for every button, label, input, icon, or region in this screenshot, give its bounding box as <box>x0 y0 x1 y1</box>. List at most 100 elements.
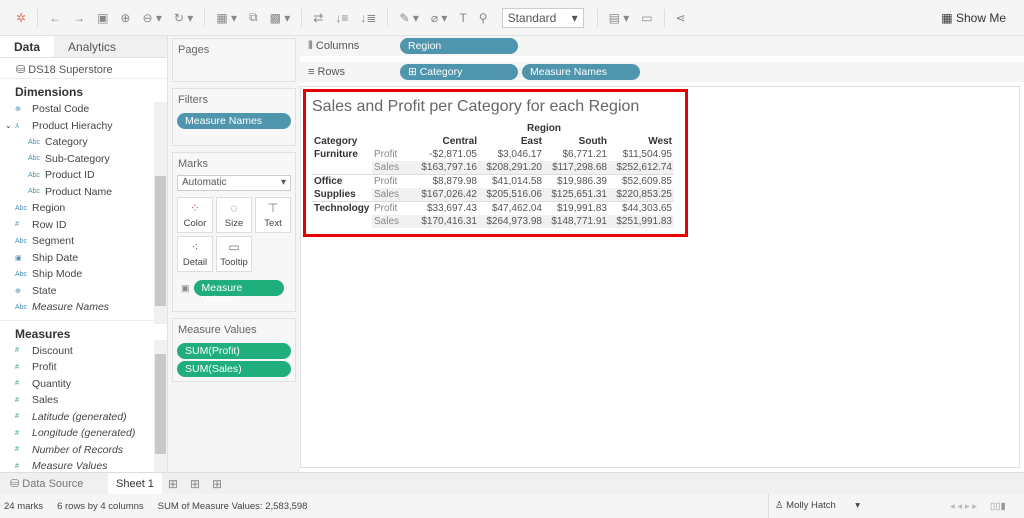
measure-field[interactable]: # Number of Records <box>0 442 167 459</box>
dimension-field[interactable]: ⌄ ⅄ Product Hierachy <box>0 118 167 135</box>
measure-name-cell: Sales <box>372 161 414 175</box>
measure-name-cell: Sales <box>372 188 414 202</box>
marks-pill[interactable]: Measure Values <box>193 280 284 306</box>
region-pill[interactable]: Region <box>400 38 518 54</box>
measures-title: Measures <box>0 319 167 343</box>
dimension-field[interactable]: Abc Ship Mode <box>0 266 167 283</box>
dimension-field[interactable]: Abc Measure Names <box>0 299 167 316</box>
size-icon: ◌ <box>230 201 238 215</box>
share-icon[interactable]: ⋖ <box>676 11 686 25</box>
value-cell: $208,291.20 <box>479 161 544 175</box>
sum-sales-pill[interactable]: SUM(Sales) <box>177 361 291 377</box>
dimension-field[interactable]: ⊕ Postal Code <box>0 101 167 118</box>
sheet-nav-icon[interactable]: ◂ ◂ ▸ ▸ <box>950 501 977 512</box>
dimension-field[interactable]: Abc Sub-Category <box>0 151 167 168</box>
dimension-field[interactable]: Abc Segment <box>0 233 167 250</box>
new-worksheet-icon[interactable]: ⊞ <box>168 477 178 491</box>
measure-field[interactable]: # Longitude (generated) <box>0 425 167 442</box>
tab-analytics[interactable]: Analytics <box>54 36 167 57</box>
presentation-icon[interactable]: ▭ <box>641 11 652 25</box>
measure-field[interactable]: # Quantity <box>0 376 167 393</box>
sort-asc-icon[interactable]: ↓≡ <box>335 11 348 25</box>
user-menu[interactable]: ♙ Molly Hatch ▾ <box>768 494 866 518</box>
dimensions-scrollbar[interactable] <box>154 102 167 324</box>
detail-icon: ⁖ <box>191 240 199 254</box>
globe-icon: ⊕ <box>15 287 21 295</box>
view-mode-icon[interactable]: ▯▯▮ <box>990 501 1006 512</box>
measures-scrollbar[interactable] <box>154 340 167 472</box>
dimension-field[interactable]: Abc Product ID <box>0 167 167 184</box>
dimension-field[interactable]: Abc Product Name <box>0 184 167 201</box>
value-cell: $52,609.85 <box>621 176 672 187</box>
measure-name-cell: Profit <box>374 203 398 214</box>
mark-type-dropdown[interactable]: Automatic ▾ <box>177 175 291 191</box>
new-datasource-icon[interactable]: ⊕ <box>120 11 130 25</box>
new-dashboard-icon[interactable]: ⊞ <box>190 477 200 491</box>
show-me-icon: ▦ <box>941 11 956 25</box>
dimension-field[interactable]: Abc Category <box>0 134 167 151</box>
rows-shelf[interactable]: ≡ Rows ⊞ Category Measure Names <box>300 62 1024 82</box>
columns-shelf[interactable]: ⦀ Columns Region <box>300 36 1024 56</box>
detail-button[interactable]: ⁖ Detail <box>177 236 213 272</box>
category-cell: Supplies <box>314 189 356 200</box>
plus-icon: ⊞ <box>408 66 420 78</box>
tooltip-button[interactable]: ▭ Tooltip <box>216 236 252 272</box>
color-button[interactable]: ⁘ Color <box>177 197 213 233</box>
measure-field[interactable]: # Discount <box>0 343 167 360</box>
crosstab: Region Category Central East South West Fur… <box>312 122 674 228</box>
datasource[interactable]: ⛁ DS18 Superstore <box>0 58 167 78</box>
new-worksheet-icon[interactable]: ▦ ▾ <box>216 11 237 25</box>
data-source-tab[interactable]: ⛁ Data Source <box>0 477 108 490</box>
text-button[interactable]: ⊤ Text <box>255 197 291 233</box>
filter-pill[interactable]: Measure Names <box>177 113 291 129</box>
pin-icon[interactable]: ⚲ <box>479 11 488 25</box>
dimension-field[interactable]: Abc Region <box>0 200 167 217</box>
measure-field[interactable]: # Latitude (generated) <box>0 409 167 426</box>
category-pill[interactable]: ⊞ Category <box>400 64 518 80</box>
fit-dropdown[interactable]: Standard ▾ <box>501 7 584 28</box>
labels-icon[interactable]: T <box>459 11 466 25</box>
toolbar: ✲ ← → ▣ ⊕ ⊖ ▾ ↻ ▾ ▦ ▾ ⧉ ▩ ▾ ⇄ ↓≡ ↓≣ ✎ ▾ … <box>0 0 1024 36</box>
new-story-icon[interactable]: ⊞ <box>212 477 222 491</box>
filters-card[interactable]: Filters Measure Names <box>172 88 296 146</box>
sheet-tab[interactable]: Sheet 1 <box>108 472 162 495</box>
dimension-field[interactable]: ▣ Ship Date <box>0 250 167 267</box>
group-icon[interactable]: ⌀ ▾ <box>431 11 448 25</box>
highlight-icon[interactable]: ✎ ▾ <box>399 11 418 25</box>
duplicate-icon[interactable]: ⧉ <box>249 10 258 25</box>
expand-icon[interactable]: ⌄ <box>5 121 15 130</box>
pages-card[interactable]: Pages <box>172 38 296 82</box>
pause-updates-icon[interactable]: ⊖ ▾ <box>142 11 161 25</box>
save-icon[interactable]: ▣ <box>97 11 108 25</box>
category-cell <box>312 161 372 175</box>
undo-icon[interactable]: ← <box>49 11 61 25</box>
measure-field[interactable]: # Profit <box>0 359 167 376</box>
tableau-logo-icon[interactable]: ✲ <box>16 11 26 25</box>
redo-icon[interactable]: → <box>73 11 85 25</box>
cards-icon[interactable]: ▤ ▾ <box>609 11 630 25</box>
tooltip-icon: ▭ <box>228 240 240 254</box>
abc-icon: Abc <box>15 237 28 245</box>
table-row: Technology Profit $33,697.43 $47,462.04 $19,… <box>312 201 674 216</box>
measure-names-pill[interactable]: Measure Names <box>522 64 640 80</box>
value-cell: $6,771.21 <box>562 149 608 160</box>
region-header: Region <box>527 123 561 134</box>
dimension-field[interactable]: ⊕ State <box>0 283 167 300</box>
refresh-icon[interactable]: ↻ ▾ <box>174 11 193 25</box>
value-cell: $170,416.31 <box>414 215 479 228</box>
dimensions-title: Dimensions <box>0 78 167 101</box>
measure-name-cell: Profit <box>374 149 398 160</box>
swap-icon[interactable]: ⇄ <box>313 11 323 25</box>
value-cell: -$2,871.05 <box>429 149 477 160</box>
tab-data[interactable]: Data <box>0 36 55 57</box>
column-header: West <box>648 136 672 147</box>
size-button[interactable]: ◌ Size <box>216 197 252 233</box>
show-me-button[interactable]: ▦ Show Me <box>941 11 1006 25</box>
sum-profit-pill[interactable]: SUM(Profit) <box>177 343 291 359</box>
dimension-field[interactable]: # Row ID <box>0 217 167 234</box>
table-row: Sales $170,416.31 $264,973.98 $148,771.91 $2… <box>312 215 674 228</box>
measure-field[interactable]: # Sales <box>0 392 167 409</box>
dims-count: 6 rows by 4 columns <box>57 500 144 512</box>
sort-desc-icon[interactable]: ↓≣ <box>360 11 376 25</box>
clear-sheet-icon[interactable]: ▩ ▾ <box>270 11 291 25</box>
